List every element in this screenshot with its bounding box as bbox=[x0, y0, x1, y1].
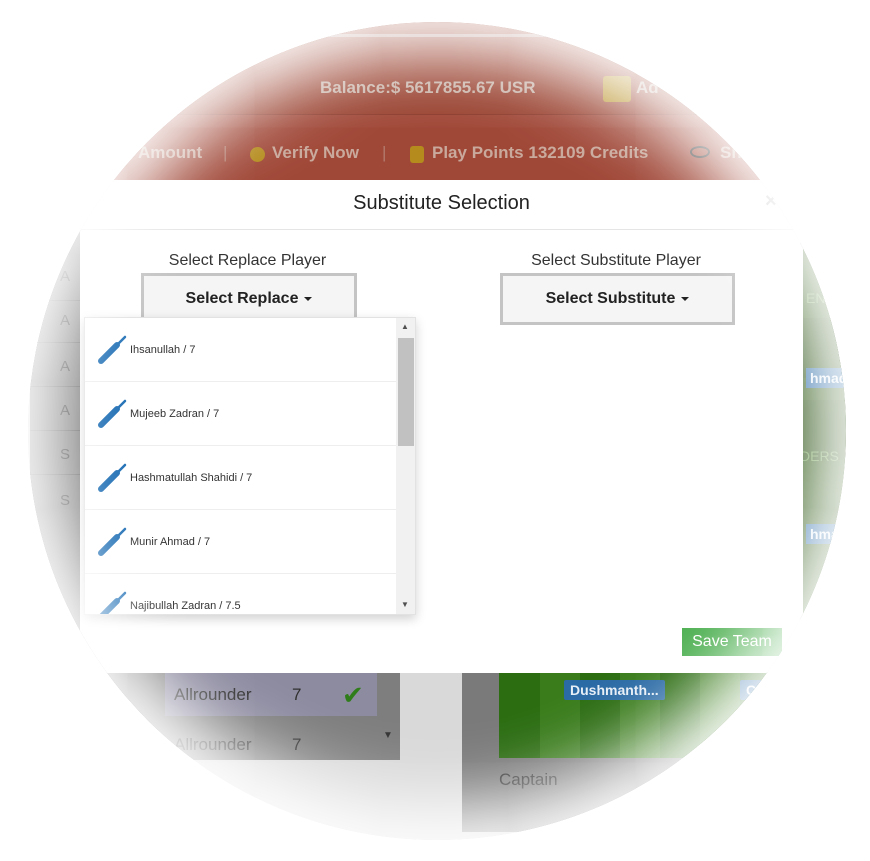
caret-down-icon bbox=[681, 297, 690, 301]
list-item[interactable]: Najibullah Zadran / 7.5 bbox=[85, 574, 396, 614]
verify-now-link[interactable]: Verify Now bbox=[272, 143, 359, 163]
verify-icon bbox=[250, 147, 265, 162]
role-cell: Allrounder bbox=[174, 735, 252, 754]
share-link[interactable]: Sh bbox=[720, 143, 742, 163]
player-option-label: Mujeeb Zadran / 7 bbox=[130, 407, 220, 420]
wallet-icon bbox=[603, 76, 631, 102]
caret-down-icon bbox=[304, 297, 313, 301]
points-cell: 7 bbox=[292, 685, 302, 704]
separator: | bbox=[223, 143, 228, 162]
player-chip[interactable]: Dushmanth... bbox=[564, 680, 665, 700]
table-row: S bbox=[60, 446, 71, 463]
role-cell: Allrounder bbox=[174, 685, 252, 704]
section-label: DERS bbox=[800, 448, 839, 464]
balance-text: Balance:$ 5617855.67 USR bbox=[320, 78, 536, 97]
close-icon[interactable]: × bbox=[765, 190, 777, 213]
select-substitute-button[interactable]: Select Substitute bbox=[500, 273, 735, 325]
list-item[interactable]: Mujeeb Zadran / 7 bbox=[85, 382, 396, 446]
substitute-player-label: Select Substitute Player bbox=[531, 252, 701, 269]
table-row: A bbox=[60, 402, 71, 419]
modal-header: Substitute Selection × bbox=[80, 180, 803, 230]
eye-icon bbox=[690, 146, 710, 158]
separator: | bbox=[382, 143, 387, 162]
section-label: EN bbox=[806, 290, 826, 306]
player-option-label: Munir Ahmad / 7 bbox=[130, 535, 211, 548]
table-row: A bbox=[60, 358, 71, 375]
list-item[interactable]: Hashmatullah Shahidi / 7 bbox=[85, 446, 396, 510]
coins-icon bbox=[410, 146, 424, 163]
field-stripe bbox=[700, 672, 740, 758]
dropdown-scrollbar[interactable]: ▲ ▼ bbox=[396, 318, 415, 614]
player-option-label: Hashmatullah Shahidi / 7 bbox=[130, 471, 253, 484]
player-option-label: Ihsanullah / 7 bbox=[130, 343, 196, 356]
select-replace-label: Select Replace bbox=[185, 290, 299, 307]
cricket-bat-icon bbox=[98, 335, 127, 364]
scrollbar-thumb[interactable] bbox=[398, 338, 414, 446]
cricket-bat-icon bbox=[98, 527, 127, 556]
scroll-down-arrow-icon[interactable]: ▼ bbox=[383, 730, 393, 741]
header-divider bbox=[300, 34, 570, 37]
scroll-up-arrow-icon[interactable]: ▲ bbox=[401, 322, 409, 331]
select-substitute-label: Select Substitute bbox=[545, 290, 676, 307]
table-row: A bbox=[60, 268, 71, 285]
cricket-bat-icon bbox=[98, 399, 127, 428]
player-chip[interactable]: hmad bbox=[806, 368, 846, 388]
app-stage: Balance:$ 5617855.67 USR Ad Amount | Ver… bbox=[28, 22, 846, 840]
add-funds-link[interactable]: Ad bbox=[636, 78, 659, 98]
captain-label: Captain bbox=[499, 770, 558, 789]
points-cell: 7 bbox=[292, 735, 302, 754]
check-icon: ✔ bbox=[342, 680, 364, 710]
play-points-text: Play Points 132109 Credits bbox=[432, 143, 649, 162]
replace-player-dropdown[interactable]: Ihsanullah / 7 Mujeeb Zadran / 7 Hashmat… bbox=[84, 317, 416, 615]
cricket-bat-icon bbox=[99, 591, 127, 614]
amount-link[interactable]: Amount bbox=[138, 143, 202, 163]
list-item[interactable]: Munir Ahmad / 7 bbox=[85, 510, 396, 574]
scroll-down-arrow-icon[interactable]: ▼ bbox=[401, 600, 409, 609]
save-team-button[interactable]: Save Team bbox=[682, 628, 782, 656]
player-chip[interactable]: hmad bbox=[806, 524, 846, 544]
cricket-bat-icon bbox=[98, 463, 127, 492]
player-option-label: Najibullah Zadran / 7.5 bbox=[130, 599, 241, 612]
table-row: S bbox=[60, 492, 71, 509]
table-row: A bbox=[60, 312, 71, 329]
replace-player-label: Select Replace Player bbox=[168, 252, 327, 269]
magnifier-lens: Balance:$ 5617855.67 USR Ad Amount | Ver… bbox=[28, 22, 846, 840]
list-item[interactable]: Ihsanullah / 7 bbox=[85, 318, 396, 382]
player-chip[interactable]: C bbox=[740, 680, 763, 700]
substitute-modal: Substitute Selection × Select Replace Pl… bbox=[80, 180, 803, 673]
modal-title: Substitute Selection bbox=[353, 192, 530, 214]
